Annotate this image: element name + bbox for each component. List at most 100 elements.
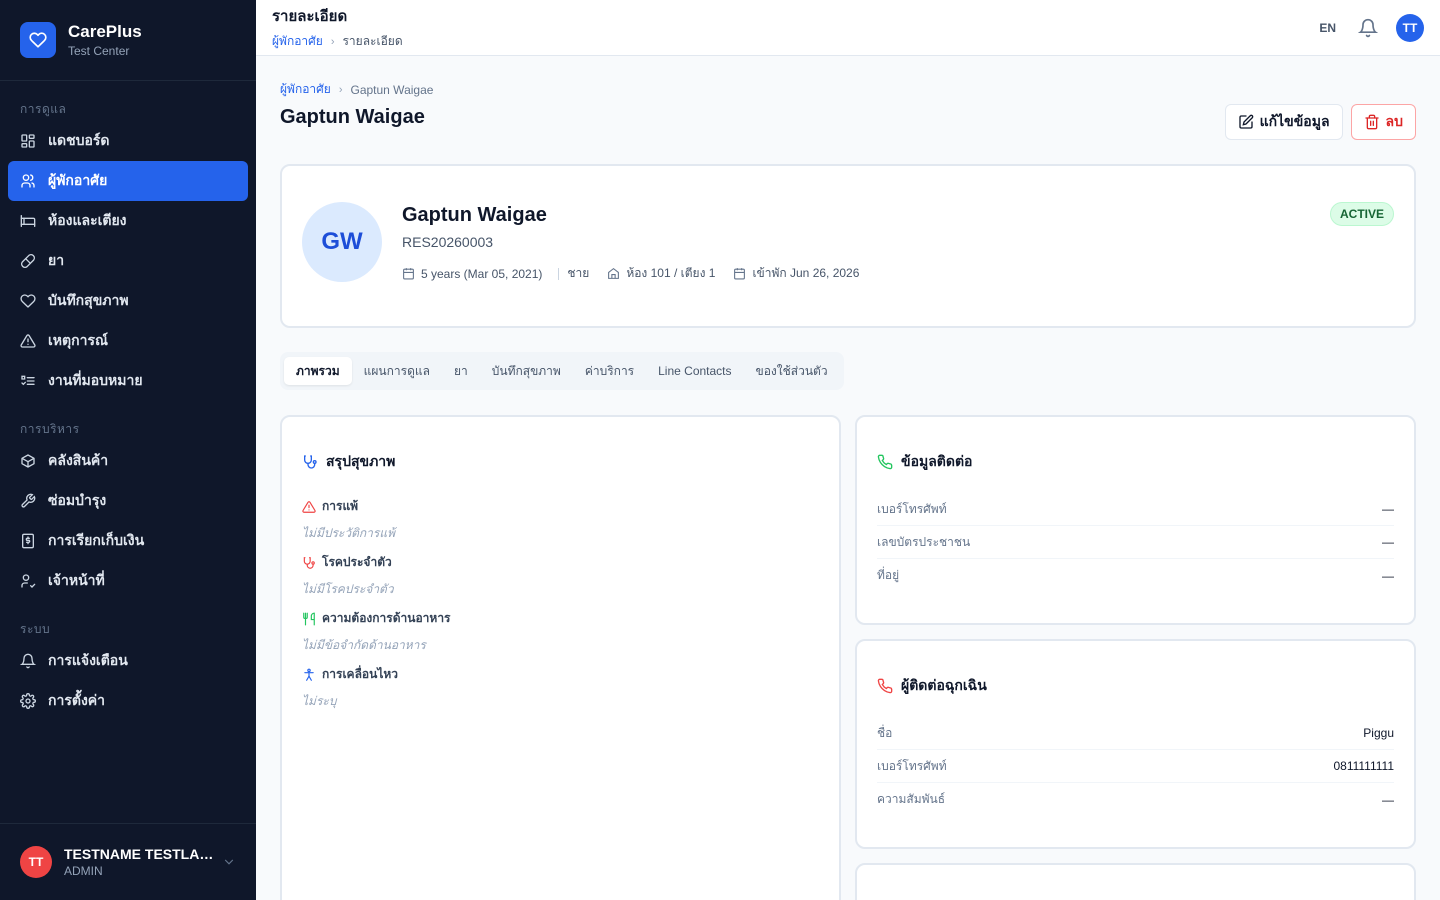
dashboard-icon (21, 134, 35, 148)
field-value: 0811111111 (1333, 759, 1394, 773)
chevron-down-icon (224, 859, 234, 865)
health-summary-list: การแพ้ ไม่มีประวัติการแพ้ โรคประจำตัว ไม… (302, 497, 451, 721)
contact-info-card: ข้อมูลติดต่อ เบอร์โทรศัพท์ — เลขบัตรประช… (855, 415, 1416, 625)
admitted-text: เข้าพัก Jun 26, 2026 (752, 266, 860, 280)
table-row: เลขบัตรประชาชน — (877, 526, 1394, 559)
stethoscope-icon (304, 455, 317, 469)
tab-line-contacts[interactable]: Line Contacts (646, 357, 743, 385)
utensils-icon (303, 612, 315, 625)
tab-health-records[interactable]: บันทึกสุขภาพ (480, 357, 573, 385)
delete-button-label: ลบ (1385, 113, 1403, 129)
tab-medication[interactable]: ยา (442, 357, 480, 385)
avatar: GW (302, 202, 382, 282)
resident-meta: 5 years (Mar 05, 2021) ชาย ห้อง 101 / เต… (402, 264, 859, 283)
phone-icon (877, 678, 893, 694)
diet-label: ความต้องการด้านอาหาร (322, 611, 451, 625)
gender-text: ชาย (567, 266, 590, 280)
list-item: ความต้องการด้านอาหาร ไม่มีข้อจำกัดด้านอา… (302, 609, 451, 665)
table-row: ความสัมพันธ์ — (877, 783, 1394, 816)
emergency-contact-card: ผู้ติดต่อฉุกเฉิน ชื่อ Piggu เบอร์โทรศัพท… (855, 639, 1416, 849)
sidebar-item-incidents[interactable]: เหตุการณ์ (8, 321, 248, 361)
card-title: สรุปสุขภาพ (302, 451, 395, 473)
sidebar-item-label: ซ่อมบำรุง (48, 492, 107, 508)
brand-subtitle: Test Center (68, 44, 130, 58)
breadcrumb-link-residents[interactable]: ผู้พักอาศัย (280, 80, 331, 99)
notification-bell-icon[interactable] (1358, 18, 1378, 38)
sidebar-item-tasks[interactable]: งานที่มอบหมาย (8, 361, 248, 401)
breadcrumb: ผู้พักอาศัย › Gaptun Waigae (280, 80, 433, 99)
tab-belongings[interactable]: ของใช้ส่วนตัว (744, 357, 840, 385)
bell-icon (20, 653, 36, 669)
field-value: — (1382, 502, 1394, 516)
main-content: ผู้พักอาศัย › Gaptun Waigae Gaptun Waiga… (256, 56, 1440, 900)
mobility-label: การเคลื่อนไหว (322, 667, 399, 681)
sidebar-item-maintenance[interactable]: ซ่อมบำรุง (8, 481, 248, 521)
field-label: เบอร์โทรศัพท์ (877, 758, 947, 773)
field-label: เลขบัตรประชาชน (877, 534, 971, 549)
avatar[interactable]: TT (1396, 13, 1424, 42)
sidebar-item-billing[interactable]: การเรียกเก็บเงิน (8, 521, 248, 561)
brand: CarePlus Test Center (0, 0, 256, 81)
sidebar-item-health-records[interactable]: บันทึกสุขภาพ (8, 281, 248, 321)
sidebar-item-rooms[interactable]: ห้องและเตียง (8, 201, 248, 241)
language-toggle[interactable]: EN (1319, 21, 1336, 35)
field-label: ความสัมพันธ์ (877, 792, 946, 806)
tab-care-plan[interactable]: แผนการดูแล (352, 357, 442, 385)
sidebar-item-medication[interactable]: ยา (8, 241, 248, 281)
pill-icon (21, 254, 35, 268)
sidebar-item-staff[interactable]: เจ้าหน้าที่ (8, 561, 248, 601)
sidebar-item-inventory[interactable]: คลังสินค้า (8, 441, 248, 481)
edit-icon (1238, 114, 1253, 129)
table-row: เบอร์โทรศัพท์ — (877, 493, 1394, 526)
sidebar-item-label: งานที่มอบหมาย (48, 372, 143, 388)
card-title: ข้อมูลติดต่อ (877, 451, 972, 473)
sidebar-item-settings[interactable]: การตั้งค่า (8, 681, 248, 721)
users-icon (21, 174, 35, 188)
sidebar-item-residents[interactable]: ผู้พักอาศัย (8, 161, 248, 201)
table-row: ที่อยู่ — (877, 559, 1394, 592)
nav-section-care: การดูแล (20, 102, 67, 116)
health-summary-title: สรุปสุขภาพ (326, 453, 396, 469)
calendar-icon (734, 268, 746, 280)
user-name: TESTNAME TESTLASTNAME (64, 846, 214, 862)
billing-icon (22, 533, 34, 549)
bed-icon (20, 215, 36, 227)
additional-info-card (855, 863, 1416, 900)
sidebar-item-label: บันทึกสุขภาพ (48, 292, 129, 308)
sidebar-item-label: เจ้าหน้าที่ (48, 572, 105, 588)
edit-button[interactable]: แก้ไขข้อมูล (1224, 104, 1343, 140)
contact-info-title: ข้อมูลติดต่อ (901, 453, 973, 469)
tab-overview[interactable]: ภาพรวม (284, 357, 352, 385)
heart-logo-icon (20, 22, 56, 58)
phone-icon (877, 454, 893, 470)
chevron-right-icon: › (330, 35, 335, 48)
package-icon (21, 454, 35, 468)
age-text: 5 years (Mar 05, 2021) (421, 266, 543, 281)
sidebar-item-label: การตั้งค่า (48, 692, 106, 708)
stethoscope-icon (303, 556, 315, 569)
field-label: ที่อยู่ (877, 568, 900, 582)
diet-value: ไม่มีข้อจำกัดด้านอาหาร (302, 638, 426, 652)
meta-room: ห้อง 101 / เตียง 1 (607, 264, 715, 283)
allergy-value: ไม่มีประวัติการแพ้ (302, 526, 395, 540)
heart-icon (20, 294, 36, 308)
calendar-icon (403, 268, 414, 280)
header-title: รายละเอียด (272, 8, 348, 25)
topbar: รายละเอียด ผู้พักอาศัย › รายละเอียด EN T… (256, 0, 1440, 56)
breadcrumb-link-residents[interactable]: ผู้พักอาศัย (272, 32, 323, 51)
meta-age: 5 years (Mar 05, 2021) (402, 267, 542, 281)
sidebar-item-notifications[interactable]: การแจ้งเตือน (8, 641, 248, 681)
nav-section-system: ระบบ (20, 622, 51, 636)
sidebar-nav: การดูแล แดชบอร์ด ผู้พักอาศัย ห้องและเตีย… (0, 81, 256, 721)
field-value: Piggu (1363, 726, 1394, 740)
sidebar-item-dashboard[interactable]: แดชบอร์ด (8, 121, 248, 161)
mobility-value: ไม่ระบุ (302, 694, 337, 708)
delete-button[interactable]: ลบ (1350, 104, 1416, 140)
tab-charges[interactable]: ค่าบริการ (573, 357, 646, 385)
profile-card: GW Gaptun Waigae RES20260003 5 years (Ma… (280, 164, 1416, 328)
allergy-label: การแพ้ (322, 499, 359, 513)
conditions-value: ไม่มีโรคประจำตัว (302, 582, 394, 596)
brand-name: CarePlus (68, 22, 142, 41)
user-menu[interactable]: TT TESTNAME TESTLASTNAME ADMIN (0, 823, 256, 900)
gear-icon (20, 693, 36, 709)
